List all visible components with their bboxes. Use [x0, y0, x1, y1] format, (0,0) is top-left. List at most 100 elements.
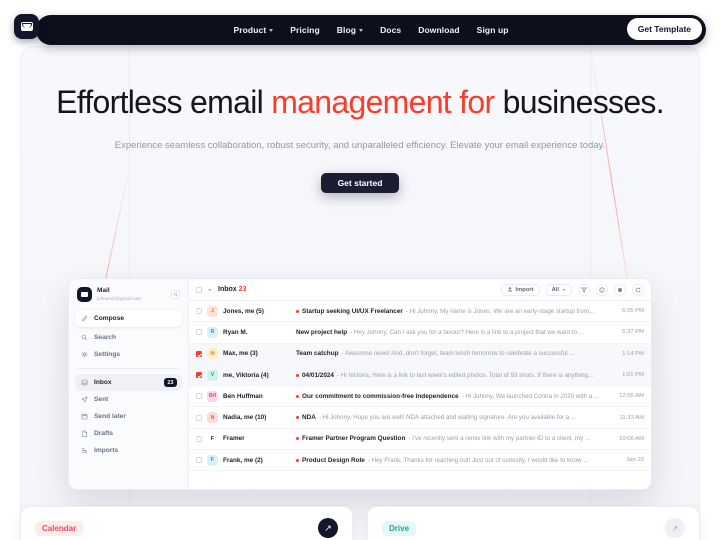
- email-checkbox[interactable]: [196, 393, 202, 400]
- get-started-button[interactable]: Get started: [321, 173, 399, 193]
- sidebar-item-inbox[interactable]: Inbox 23: [75, 374, 182, 391]
- email-body-cell: Framer Partner Program Question - I've re…: [296, 435, 605, 442]
- title-part-2: businesses.: [494, 84, 665, 120]
- email-sender: Frank, me (2): [223, 456, 263, 464]
- nav-link-blog[interactable]: Blog: [337, 25, 364, 35]
- email-sender: Max, me (3): [223, 350, 258, 358]
- email-row[interactable]: Vme, Viktoria (4) 04/01/2024- Hi Victoria…: [189, 364, 651, 387]
- email-time: 12:05 AM: [619, 393, 644, 400]
- feature-card-calendar[interactable]: Calendar ↗: [20, 506, 353, 540]
- title-part-1: Effortless email: [56, 84, 272, 120]
- envelope-glyph: [20, 22, 33, 31]
- email-row[interactable]: F Frank, me (2) Product Design Role - Hey F…: [189, 450, 651, 472]
- search-icon: [81, 334, 88, 341]
- email-row[interactable]: N Nadia, me (10) NDA - Hi Johnny, Hope you …: [189, 407, 651, 429]
- nav-link-download[interactable]: Download: [418, 25, 459, 35]
- unread-dot-icon: [296, 416, 299, 420]
- filter-dropdown[interactable]: All: [545, 283, 572, 296]
- arrow-up-right-icon[interactable]: ↗: [318, 518, 338, 538]
- title-highlight: management for: [271, 84, 495, 120]
- sidebar-item-label: Send later: [94, 413, 126, 420]
- email-checkbox[interactable]: [196, 435, 202, 442]
- app-main: Inbox 23 Import All J Jones, me (5) Startup: [189, 279, 651, 489]
- email-row[interactable]: BH Ben Huffman Our commitment to commissio…: [189, 386, 651, 408]
- email-row[interactable]: R Ryan M. New project help - Hey Johnny, Ca…: [189, 322, 651, 344]
- email-time: 10:06 AM: [619, 435, 644, 442]
- nav-link-pricing[interactable]: Pricing: [290, 25, 320, 35]
- sidebar-item-label: Search: [94, 334, 116, 341]
- email-checkbox[interactable]: [196, 414, 202, 421]
- nav-link-label: Download: [418, 25, 460, 35]
- sidebar-item-label: Compose: [94, 315, 125, 322]
- email-checkbox[interactable]: [196, 329, 202, 336]
- draft-icon: [81, 430, 88, 437]
- nav-link-label: Pricing: [290, 25, 320, 35]
- sidebar-item-search[interactable]: Search: [75, 329, 182, 346]
- avatar: BH: [207, 390, 218, 402]
- email-body-cell: 04/01/2024- Hi Victoria, Here is a link …: [296, 372, 605, 379]
- email-sender: Ben Huffman: [223, 392, 263, 400]
- email-preview: - Hi Johnny, My name is Jones. We are an…: [405, 307, 595, 315]
- email-row[interactable]: J Jones, me (5) Startup seeking UI/UX Free…: [189, 301, 651, 323]
- select-all-checkbox[interactable]: [196, 286, 202, 293]
- info-icon[interactable]: [596, 283, 608, 296]
- nav-pill: Product Pricing Blog Docs Download Sign up: [36, 15, 706, 45]
- unread-dot-icon: [296, 394, 299, 398]
- unread-dot-icon: [296, 309, 299, 313]
- navigation-bar: Product Pricing Blog Docs Download Sign up Ge…: [14, 14, 706, 46]
- sidebar-folders: Inbox 23 Sent Send later Drafts Imports: [75, 374, 182, 459]
- sidebar-item-label: Drafts: [94, 430, 114, 437]
- email-subject: 04/01/2024: [302, 371, 334, 379]
- unread-dot-icon: [296, 373, 299, 377]
- email-app-mockup: Mail johnwork@gmail.com ⇅ Compose Search S…: [68, 278, 652, 490]
- nav-link-product[interactable]: Product: [233, 25, 274, 35]
- email-checkbox[interactable]: [196, 308, 202, 315]
- import-button[interactable]: Import: [500, 283, 540, 296]
- filter-label: All: [551, 286, 559, 293]
- email-checkbox[interactable]: [196, 372, 202, 379]
- sidebar-item-sent[interactable]: Sent: [75, 391, 182, 408]
- email-body-cell: New project help - Hey Johnny, Can I ask …: [296, 329, 605, 336]
- email-checkbox[interactable]: [196, 350, 202, 357]
- refresh-icon[interactable]: [632, 283, 644, 296]
- email-list: J Jones, me (5) Startup seeking UI/UX Free…: [189, 301, 651, 489]
- account-text: Mail johnwork@gmail.com: [97, 287, 166, 302]
- account-switcher[interactable]: Mail johnwork@gmail.com ⇅: [75, 286, 182, 310]
- unread-badge: 23: [164, 378, 177, 387]
- email-subject: Our commitment to commission-free indepe…: [302, 392, 459, 400]
- mail-logo-icon[interactable]: [14, 14, 39, 39]
- avatar: M: [207, 348, 218, 360]
- archive-icon[interactable]: [614, 283, 626, 296]
- nav-link-docs[interactable]: Docs: [380, 25, 401, 35]
- nav-link-label: Sign up: [476, 25, 509, 35]
- email-body-cell: Startup seeking UI/UX Freelancer - Hi Joh…: [296, 308, 605, 315]
- email-row[interactable]: F Framer Framer Partner Program Question - …: [189, 429, 651, 451]
- sidebar-item-imports[interactable]: Imports: [75, 442, 182, 459]
- account-name: Mail: [97, 287, 110, 294]
- avatar: R: [207, 326, 218, 338]
- hero-subtitle: Experience seamless collaboration, robus…: [114, 140, 606, 151]
- arrow-up-right-icon[interactable]: ↗: [665, 518, 685, 538]
- sidebar-divider: [79, 368, 178, 369]
- email-sender: me, Viktoria (4): [223, 371, 269, 379]
- inbox-title: Inbox 23: [218, 286, 246, 293]
- email-preview: - Hey Johnny, Can I ask you for a favour…: [350, 328, 584, 336]
- sidebar-item-drafts[interactable]: Drafts: [75, 425, 182, 442]
- get-template-button[interactable]: Get Template: [626, 18, 702, 40]
- avatar: J: [207, 305, 218, 317]
- chevron-down-icon[interactable]: [208, 288, 212, 291]
- sidebar-item-settings[interactable]: Settings: [75, 346, 182, 363]
- sidebar-item-send-later[interactable]: Send later: [75, 408, 182, 425]
- avatar: N: [207, 412, 218, 424]
- chevron-updown-icon[interactable]: ⇅: [171, 290, 180, 299]
- sidebar-item-compose[interactable]: Compose: [75, 310, 182, 327]
- nav-link-sign-up[interactable]: Sign up: [477, 25, 509, 35]
- email-subject: New project help: [296, 328, 348, 336]
- feature-card-drive[interactable]: Drive ↗: [367, 506, 700, 540]
- funnel-icon[interactable]: [578, 283, 590, 296]
- email-preview: - Hey Frank, Thanks for reaching out! Ju…: [367, 456, 589, 464]
- email-row[interactable]: M Max, me (3) Team catchup - Awesome news! …: [189, 343, 651, 365]
- email-checkbox[interactable]: [196, 457, 202, 464]
- email-time: 11:33 AM: [619, 414, 644, 421]
- import-icon: [81, 447, 88, 454]
